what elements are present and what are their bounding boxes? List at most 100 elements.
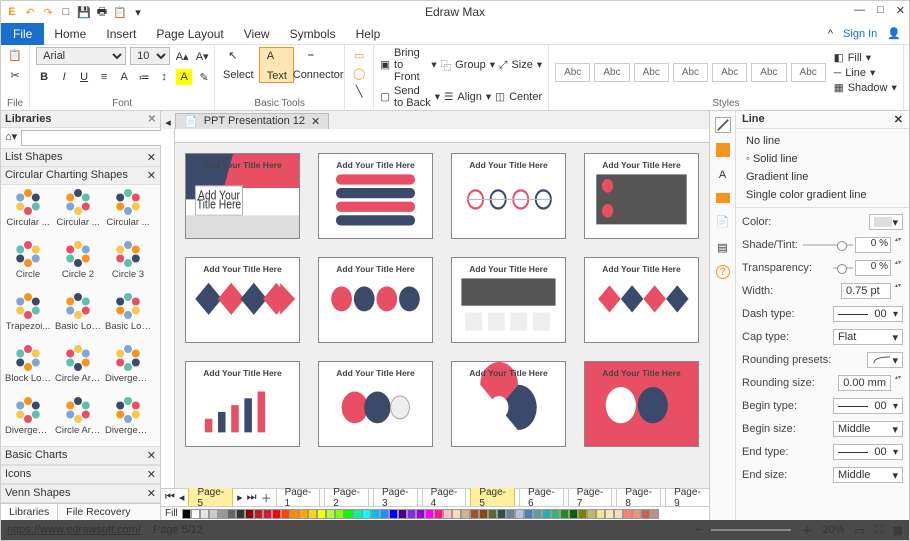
color-swatch[interactable]	[515, 509, 524, 519]
print-icon[interactable]: 🖶	[95, 5, 109, 19]
save-icon[interactable]: 💾	[77, 5, 91, 19]
bring-front-button[interactable]: ▣ Bring to Front ▾	[380, 47, 437, 83]
page-next-icon[interactable]: ▸	[237, 491, 243, 504]
color-swatch[interactable]	[425, 509, 434, 519]
slide-thumbnail[interactable]: Add Your Title Here	[451, 257, 566, 343]
rp-tab-shape-icon[interactable]	[716, 193, 730, 203]
view-full-icon[interactable]: ⛶	[875, 524, 883, 537]
shade-value[interactable]: 0 %	[855, 237, 891, 253]
minimize-button[interactable]: ―	[854, 4, 865, 17]
width-spin[interactable]: ▴▾	[893, 283, 903, 299]
shape-item[interactable]: Circular ...	[3, 187, 53, 239]
shape-item[interactable]: Basic Loop	[53, 291, 103, 343]
page-last-icon[interactable]: ⏭	[247, 491, 257, 504]
canvas[interactable]: Add Your Title HereAdd YourTitle Here Add…	[161, 129, 709, 488]
clear-format-button[interactable]: ✎	[196, 69, 212, 85]
trans-slider[interactable]	[833, 267, 853, 269]
shape-item[interactable]: Circle 3	[103, 239, 153, 291]
rounds-spin[interactable]: ▴▾	[893, 375, 903, 391]
qat-more-icon[interactable]: ▾	[131, 5, 145, 19]
slide-thumbnail[interactable]: Add Your Title HereAdd YourTitle Here	[185, 153, 300, 239]
line-mode-none[interactable]: No line	[746, 135, 899, 147]
color-swatch[interactable]	[191, 509, 200, 519]
color-swatch[interactable]	[281, 509, 290, 519]
cut-button[interactable]: ✂	[7, 67, 23, 83]
style-preset-5[interactable]: Abc	[712, 63, 747, 82]
doctab-prev-icon[interactable]: ◂	[161, 116, 175, 129]
color-swatch[interactable]	[542, 509, 551, 519]
color-swatch[interactable]	[569, 509, 578, 519]
style-preset-3[interactable]: Abc	[634, 63, 669, 82]
style-preset-1[interactable]: Abc	[555, 63, 590, 82]
font-family-select[interactable]: Arial	[36, 47, 126, 65]
view-fit-icon[interactable]: ▭	[854, 524, 864, 537]
align-button-arr[interactable]: ☰ Align ▾	[444, 91, 491, 103]
trans-spin[interactable]: ▴▾	[893, 260, 903, 276]
font-size-select[interactable]: 10	[130, 47, 170, 65]
shape-item[interactable]: Divergent...	[3, 395, 53, 446]
style-preset-7[interactable]: Abc	[791, 63, 826, 82]
shadow-button[interactable]: ▦ Shadow ▾	[834, 82, 897, 94]
user-icon[interactable]: 👤	[887, 27, 901, 40]
bsize-select[interactable]: Middle▾	[833, 421, 903, 437]
font-shrink-icon[interactable]: A▾	[194, 48, 210, 64]
color-swatch[interactable]	[263, 509, 272, 519]
page-add-icon[interactable]: ＋	[261, 490, 272, 506]
view-grid-icon[interactable]: ▦	[893, 524, 903, 537]
zoom-slider[interactable]	[711, 529, 791, 531]
rounds-value[interactable]: 0.00 mm	[838, 375, 891, 391]
tab-libraries[interactable]: Libraries	[1, 504, 58, 520]
close-button[interactable]: ✕	[896, 4, 905, 17]
undo-icon[interactable]: ↶	[23, 5, 37, 19]
rp-tab-help-icon[interactable]: ?	[716, 265, 730, 279]
cat-circular[interactable]: Circular Charting Shapes	[5, 169, 128, 182]
color-swatch[interactable]	[434, 509, 443, 519]
line-button[interactable]: ─ Line ▾	[834, 67, 897, 79]
bullet-button[interactable]: ≔	[136, 69, 152, 85]
etype-select[interactable]: 00 ▾	[833, 444, 903, 460]
roundp-select[interactable]: ▾	[867, 352, 903, 368]
slide-thumbnail[interactable]: Add Your Title Here	[185, 361, 300, 447]
tab-symbols[interactable]: Symbols	[280, 23, 346, 45]
color-swatch[interactable]	[641, 509, 650, 519]
sign-in-link[interactable]: Sign In	[843, 28, 877, 40]
cat-icons[interactable]: Icons	[5, 468, 31, 481]
cap-select[interactable]: Flat▾	[833, 329, 903, 345]
trans-value[interactable]: 0 %	[855, 260, 891, 276]
fill-button[interactable]: ◧ Fill ▾	[834, 52, 897, 64]
color-swatch[interactable]	[650, 509, 659, 519]
color-swatch[interactable]	[560, 509, 569, 519]
shape-item[interactable]: Divergent...	[103, 395, 153, 446]
shape-rect-icon[interactable]: ▭	[351, 47, 367, 63]
tab-view[interactable]: View	[234, 23, 280, 45]
maximize-button[interactable]: □	[877, 4, 884, 17]
color-swatch[interactable]	[236, 509, 245, 519]
shape-item[interactable]: Circle Arr...	[53, 395, 103, 446]
shade-slider[interactable]	[803, 244, 853, 246]
color-swatch[interactable]	[407, 509, 416, 519]
text-tool[interactable]: AText	[259, 47, 294, 83]
color-swatch[interactable]	[443, 509, 452, 519]
zoom-out-icon[interactable]: −	[695, 524, 701, 536]
cat-venn[interactable]: Venn Shapes	[5, 487, 70, 500]
shape-item[interactable]: Circular ...	[103, 187, 153, 239]
size-button[interactable]: ⤢ Size ▾	[499, 59, 542, 72]
rp-tab-fill-icon[interactable]	[716, 143, 730, 157]
dash-select[interactable]: 00 ▾	[833, 306, 903, 322]
color-swatch[interactable]	[533, 509, 542, 519]
color-swatch[interactable]	[614, 509, 623, 519]
center-button[interactable]: ◫ Center	[495, 91, 542, 103]
shape-item[interactable]: Divergent...	[103, 343, 153, 395]
color-swatch[interactable]	[299, 509, 308, 519]
color-swatch[interactable]	[227, 509, 236, 519]
font-color-button[interactable]: A	[116, 69, 132, 85]
zoom-in-icon[interactable]: ＋	[801, 522, 812, 538]
slide-thumbnail[interactable]: Add Your Title Here	[584, 153, 699, 239]
align-button[interactable]: ≡	[96, 69, 112, 85]
color-swatch[interactable]	[254, 509, 263, 519]
library-search-input[interactable]	[21, 130, 165, 146]
file-tab[interactable]: File	[1, 23, 44, 45]
doctab-close-icon[interactable]: ✕	[311, 115, 320, 128]
italic-button[interactable]: I	[56, 69, 72, 85]
page-first-icon[interactable]: ⏮	[165, 491, 175, 504]
